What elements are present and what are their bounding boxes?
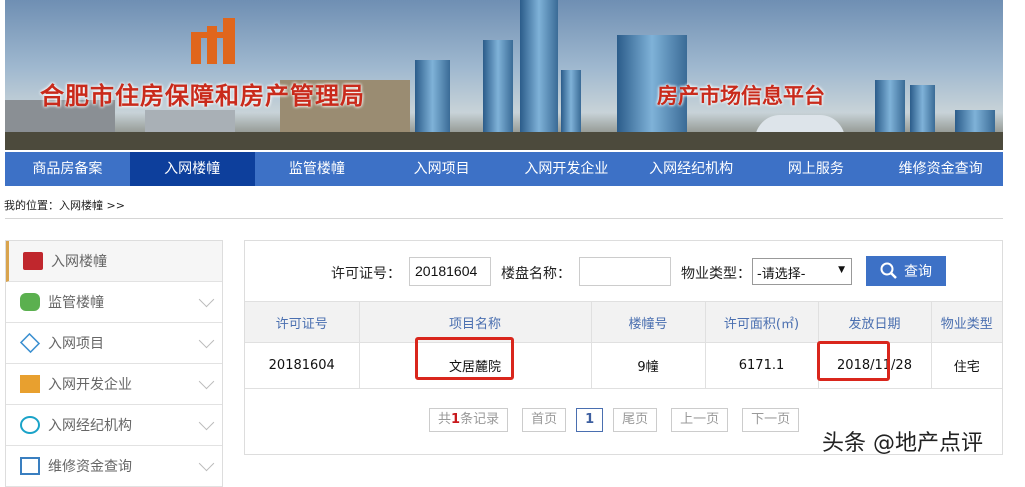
record-count: 共1条记录 bbox=[429, 408, 509, 432]
chevron-down-icon bbox=[198, 373, 215, 390]
permit-input[interactable]: 20181604 bbox=[409, 257, 491, 286]
search-icon bbox=[880, 262, 897, 279]
site-title: 合肥市住房保障和房产管理局 bbox=[40, 82, 365, 110]
platform-title: 房产市场信息平台 bbox=[657, 84, 825, 108]
nav-item[interactable]: 监管楼幢 bbox=[255, 152, 380, 186]
sidebar-label: 入网楼幢 bbox=[51, 254, 107, 270]
column-header: 发放日期 bbox=[818, 301, 932, 343]
cell-type: 住宅 bbox=[931, 342, 1002, 389]
divider bbox=[5, 218, 1003, 219]
cell-building: 9幢 bbox=[591, 342, 706, 389]
sidebar-item[interactable]: 入网经纪机构 bbox=[6, 405, 222, 446]
search-button[interactable]: 查询 bbox=[866, 256, 946, 286]
column-header: 楼幢号 bbox=[591, 301, 706, 343]
breadcrumb: 我的位置：入网楼幢 >> bbox=[4, 199, 125, 212]
sidebar-label: 入网项目 bbox=[48, 336, 104, 352]
nav-item[interactable]: 入网经纪机构 bbox=[629, 152, 754, 186]
page-1-button[interactable]: 1 bbox=[576, 408, 604, 432]
last-page-button[interactable]: 尾页 bbox=[613, 408, 658, 432]
sidebar-item[interactable]: 维修资金查询 bbox=[6, 446, 222, 487]
nav-item[interactable]: 商品房备案 bbox=[5, 152, 130, 186]
nav-item[interactable]: 维修资金查询 bbox=[878, 152, 1003, 186]
search-form: 许可证号： 20181604 楼盘名称： 物业类型： -请选择- ▼ 查询 bbox=[245, 255, 1002, 287]
sidebar-label: 入网经纪机构 bbox=[48, 418, 132, 434]
sidebar: 入网楼幢 监管楼幢 入网项目 入网开发企业 入网经纪机构 维修资金查询 bbox=[5, 240, 223, 487]
dropdown-arrow-icon: ▼ bbox=[838, 265, 845, 275]
chevron-down-icon bbox=[198, 414, 215, 431]
box-icon bbox=[20, 457, 40, 475]
coins-icon bbox=[20, 293, 40, 311]
name-label: 楼盘名称： bbox=[501, 266, 571, 282]
sidebar-label: 维修资金查询 bbox=[48, 459, 132, 475]
sidebar-item[interactable]: 入网开发企业 bbox=[6, 364, 222, 405]
column-header: 许可证号 bbox=[245, 301, 360, 343]
nav-item[interactable]: 入网开发企业 bbox=[504, 152, 629, 186]
name-input[interactable] bbox=[579, 257, 671, 286]
type-label: 物业类型： bbox=[681, 266, 751, 282]
highlight-box bbox=[415, 337, 514, 380]
results-panel: 许可证号： 20181604 楼盘名称： 物业类型： -请选择- ▼ 查询 许可证… bbox=[244, 240, 1003, 455]
sidebar-label: 入网开发企业 bbox=[48, 377, 132, 393]
agency-icon bbox=[20, 416, 40, 434]
sidebar-item[interactable]: 监管楼幢 bbox=[6, 282, 222, 323]
column-header: 许可面积(㎡) bbox=[705, 301, 819, 343]
permit-label: 许可证号： bbox=[331, 266, 401, 282]
sidebar-item[interactable]: 入网项目 bbox=[6, 323, 222, 364]
nav-item-active[interactable]: 入网楼幢 bbox=[129, 152, 255, 186]
building-icon bbox=[23, 252, 43, 270]
search-button-label: 查询 bbox=[904, 264, 932, 280]
logo-icon bbox=[191, 18, 243, 64]
office-icon bbox=[20, 375, 40, 393]
chevron-down-icon bbox=[198, 332, 215, 349]
layers-icon bbox=[19, 332, 41, 354]
prev-page-button[interactable]: 上一页 bbox=[671, 408, 729, 432]
main-nav: 商品房备案 入网楼幢 监管楼幢 入网项目 入网开发企业 入网经纪机构 网上服务 … bbox=[5, 152, 1003, 186]
cell-permit: 20181604 bbox=[245, 342, 360, 389]
header-banner: 合肥市住房保障和房产管理局 房产市场信息平台 bbox=[5, 0, 1003, 150]
nav-item[interactable]: 入网项目 bbox=[379, 152, 504, 186]
next-page-button[interactable]: 下一页 bbox=[742, 408, 800, 432]
watermark: 头条 @地产点评 bbox=[822, 431, 983, 456]
type-select-value: -请选择- bbox=[757, 267, 806, 282]
first-page-button[interactable]: 首页 bbox=[522, 408, 567, 432]
highlight-box bbox=[817, 341, 890, 381]
sidebar-label: 监管楼幢 bbox=[48, 295, 104, 311]
sidebar-item[interactable]: 入网楼幢 bbox=[6, 241, 222, 282]
chevron-down-icon bbox=[198, 455, 215, 472]
nav-item[interactable]: 网上服务 bbox=[754, 152, 879, 186]
chevron-down-icon bbox=[198, 291, 215, 308]
pagination: 共1条记录 首页 1 尾页 上一页 下一页 bbox=[429, 408, 800, 432]
column-header: 物业类型 bbox=[931, 301, 1002, 343]
type-select[interactable]: -请选择- ▼ bbox=[752, 258, 852, 285]
cell-area: 6171.1 bbox=[705, 342, 819, 389]
